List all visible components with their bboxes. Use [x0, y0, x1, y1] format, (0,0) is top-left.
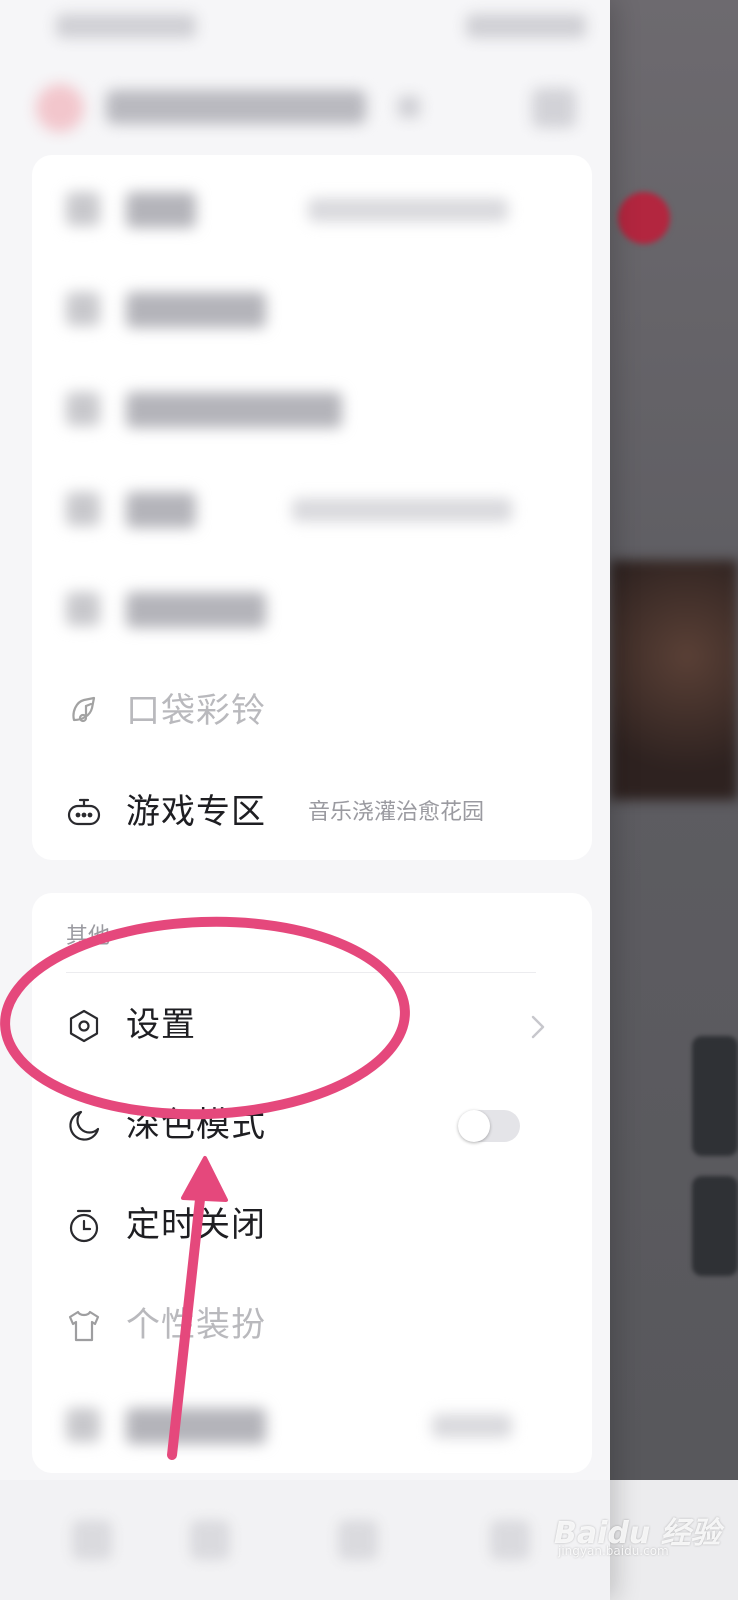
menu-item-personalize[interactable]: 个性装扮	[32, 1286, 552, 1366]
profile-header[interactable]	[36, 80, 596, 140]
toggle-knob	[458, 1110, 490, 1142]
side-drawer: 口袋彩铃 游戏专区 音乐浇灌治愈花园 其他 设置 深色模式 定时关闭 个性装扮	[0, 0, 610, 1600]
menu-item-blurred[interactable]	[32, 470, 552, 550]
menu-item-label: 游戏专区	[126, 792, 266, 832]
bottom-nav-item[interactable]	[490, 1520, 530, 1560]
bottom-nav-item[interactable]	[338, 1520, 378, 1560]
background-photo	[610, 560, 738, 800]
menu-item-pocket-ringtone[interactable]: 口袋彩铃	[32, 672, 552, 752]
dark-mode-toggle[interactable]	[458, 1110, 520, 1142]
scan-icon[interactable]	[532, 88, 576, 128]
background-avatar	[618, 192, 670, 244]
section-title: 其他	[66, 924, 111, 949]
menu-item-icon	[66, 292, 100, 326]
menu-item-icon	[66, 392, 100, 426]
background-card	[692, 1036, 738, 1156]
menu-item-label: 深色模式	[126, 1105, 266, 1145]
chevron-right-icon	[398, 96, 420, 118]
avatar[interactable]	[36, 84, 84, 132]
status-bar-right	[466, 14, 586, 38]
timer-icon	[64, 1206, 104, 1246]
baidu-jingyan-watermark: Baidu 经验 jingyan.baidu.com	[554, 1500, 734, 1560]
bottom-nav-item[interactable]	[72, 1520, 112, 1560]
menu-item-sleep-timer[interactable]: 定时关闭	[32, 1186, 552, 1266]
menu-item-blurred[interactable]	[32, 1386, 552, 1466]
gamepad-icon	[64, 793, 104, 833]
menu-item-subtext	[308, 198, 508, 222]
menu-item-icon	[66, 592, 100, 626]
status-bar-left	[56, 14, 196, 38]
menu-item-blurred[interactable]	[32, 570, 552, 650]
menu-item-game-zone[interactable]: 游戏专区 音乐浇灌治愈花园	[32, 773, 552, 853]
menu-item-label	[126, 192, 196, 228]
menu-item-icon	[66, 492, 100, 526]
bottom-nav-item[interactable]	[190, 1520, 230, 1560]
music-bell-icon	[64, 692, 104, 732]
background-card	[692, 1176, 738, 1276]
menu-item-label	[126, 392, 342, 428]
menu-item-label	[126, 292, 266, 328]
menu-item-label: 设置	[126, 1005, 196, 1045]
menu-item-label	[126, 1408, 266, 1444]
menu-item-blurred[interactable]	[32, 170, 552, 250]
menu-item-subtext	[432, 1414, 512, 1438]
chevron-right-icon	[530, 1014, 546, 1044]
menu-item-icon	[66, 192, 100, 226]
menu-item-subtext	[292, 498, 512, 522]
menu-item-blurred[interactable]	[32, 270, 552, 350]
background-app-overlay[interactable]	[610, 0, 738, 1600]
tshirt-icon	[64, 1306, 104, 1346]
menu-item-settings[interactable]: 设置	[32, 986, 552, 1066]
status-bar	[56, 14, 596, 42]
menu-item-blurred[interactable]	[32, 370, 552, 450]
username[interactable]	[106, 90, 366, 124]
menu-item-label: 个性装扮	[126, 1305, 266, 1345]
watermark-url: jingyan.baidu.com	[558, 1544, 669, 1558]
menu-item-icon	[66, 1408, 100, 1442]
settings-hexagon-icon	[64, 1006, 104, 1046]
menu-item-label	[126, 592, 266, 628]
menu-item-label	[126, 492, 196, 528]
menu-item-label: 定时关闭	[126, 1205, 266, 1245]
divider	[66, 972, 536, 973]
menu-item-label: 口袋彩铃	[126, 691, 266, 731]
bottom-nav	[0, 1480, 610, 1600]
moon-icon	[64, 1106, 104, 1146]
menu-item-subtext: 音乐浇灌治愈花园	[308, 800, 485, 825]
